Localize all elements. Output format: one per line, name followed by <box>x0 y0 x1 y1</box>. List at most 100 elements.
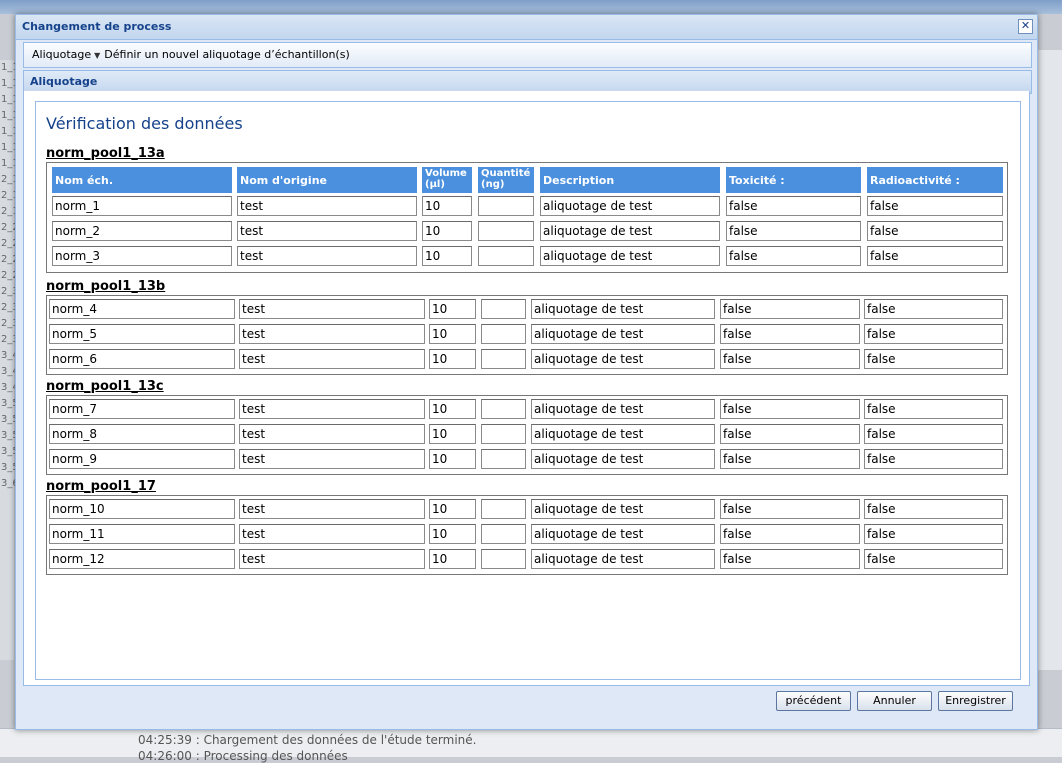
volume-field[interactable]: 10 <box>429 324 476 344</box>
origin-name-field[interactable]: test <box>237 246 417 266</box>
volume-field[interactable]: 10 <box>422 246 472 266</box>
sample-name-field[interactable]: norm_12 <box>49 549 235 569</box>
sample-name-field[interactable]: norm_5 <box>49 324 235 344</box>
quantity-field[interactable] <box>478 246 534 266</box>
quantity-field[interactable] <box>481 549 526 569</box>
radioactivity-field[interactable]: false <box>864 424 1003 444</box>
radioactivity-field[interactable]: false <box>864 399 1003 419</box>
origin-name-field[interactable]: test <box>239 349 425 369</box>
volume-field[interactable]: 10 <box>429 399 476 419</box>
description-field[interactable]: aliquotage de test <box>540 221 720 241</box>
sample-name-field[interactable]: norm_9 <box>49 449 235 469</box>
quantity-field[interactable] <box>481 349 526 369</box>
panel-header-title: Aliquotage <box>30 75 98 88</box>
toxicity-field[interactable]: false <box>720 524 860 544</box>
volume-field[interactable]: 10 <box>429 549 476 569</box>
origin-name-field[interactable]: test <box>237 221 417 241</box>
origin-name-field[interactable]: test <box>239 449 425 469</box>
aliquotage-menu[interactable]: Aliquotage <box>32 48 91 61</box>
toxicity-field[interactable]: false <box>720 299 860 319</box>
radioactivity-field[interactable]: false <box>867 221 1003 241</box>
toxicity-field[interactable]: false <box>720 549 860 569</box>
description-field[interactable]: aliquotage de test <box>531 324 715 344</box>
radioactivity-field[interactable]: false <box>864 349 1003 369</box>
action-label: Définir un nouvel aliquotage d’échantill… <box>104 48 350 61</box>
background-list-item: 3_4 <box>1 366 19 377</box>
radioactivity-field[interactable]: false <box>864 299 1003 319</box>
radioactivity-field[interactable]: false <box>864 499 1003 519</box>
toxicity-field[interactable]: false <box>726 196 861 216</box>
radioactivity-field[interactable]: false <box>864 324 1003 344</box>
sample-name-field[interactable]: norm_1 <box>52 196 232 216</box>
save-button[interactable]: Enregistrer <box>938 691 1013 711</box>
origin-name-field[interactable]: test <box>239 424 425 444</box>
quantity-field[interactable] <box>481 324 526 344</box>
close-icon[interactable]: ✕ <box>1018 19 1033 34</box>
quantity-field[interactable] <box>481 399 526 419</box>
description-field[interactable]: aliquotage de test <box>531 449 715 469</box>
origin-name-field[interactable]: test <box>239 399 425 419</box>
background-list-item: 1_1 <box>1 126 19 137</box>
volume-field[interactable]: 10 <box>429 424 476 444</box>
description-field[interactable]: aliquotage de test <box>531 549 715 569</box>
volume-field[interactable]: 10 <box>429 349 476 369</box>
sample-name-field[interactable]: norm_7 <box>49 399 235 419</box>
description-field[interactable]: aliquotage de test <box>531 299 715 319</box>
background-list-item: 2_1 <box>1 206 19 217</box>
description-field[interactable]: aliquotage de test <box>531 524 715 544</box>
toxicity-field[interactable]: false <box>720 449 860 469</box>
sample-name-field[interactable]: norm_11 <box>49 524 235 544</box>
radioactivity-field[interactable]: false <box>864 549 1003 569</box>
dropdown-arrow-icon[interactable]: ▼ <box>94 51 100 60</box>
toxicity-field[interactable]: false <box>720 499 860 519</box>
volume-field[interactable]: 10 <box>429 499 476 519</box>
origin-name-field[interactable]: test <box>239 549 425 569</box>
origin-name-field[interactable]: test <box>237 196 417 216</box>
quantity-field[interactable] <box>478 221 534 241</box>
radioactivity-field[interactable]: false <box>864 524 1003 544</box>
description-field[interactable]: aliquotage de test <box>531 349 715 369</box>
quantity-field[interactable] <box>481 299 526 319</box>
radioactivity-field[interactable]: false <box>867 246 1003 266</box>
volume-field[interactable]: 10 <box>429 449 476 469</box>
toxicity-field[interactable]: false <box>726 221 861 241</box>
toxicity-field[interactable]: false <box>720 324 860 344</box>
group-table: Nom éch. Nom d'origine Volume (µl) Quantité… <box>46 162 1008 273</box>
volume-field[interactable]: 10 <box>429 524 476 544</box>
volume-field[interactable]: 10 <box>429 299 476 319</box>
description-field[interactable]: aliquotage de test <box>531 499 715 519</box>
sample-name-field[interactable]: norm_2 <box>52 221 232 241</box>
toxicity-field[interactable]: false <box>720 399 860 419</box>
description-field[interactable]: aliquotage de test <box>540 196 720 216</box>
table-header-row: Nom éch. Nom d'origine Volume (µl) Quantité… <box>47 163 1007 193</box>
dialog-titlebar[interactable]: Changement de process ✕ <box>16 15 1037 40</box>
sample-name-field[interactable]: norm_6 <box>49 349 235 369</box>
description-field[interactable]: aliquotage de test <box>531 399 715 419</box>
quantity-field[interactable] <box>481 424 526 444</box>
toxicity-field[interactable]: false <box>720 424 860 444</box>
background-list-item: 1_1 <box>1 62 19 73</box>
origin-name-field[interactable]: test <box>239 324 425 344</box>
description-field[interactable]: aliquotage de test <box>540 246 720 266</box>
table-row: norm_12 test 10 aliquotage de test false fals… <box>47 546 1007 571</box>
sample-name-field[interactable]: norm_8 <box>49 424 235 444</box>
origin-name-field[interactable]: test <box>239 299 425 319</box>
description-field[interactable]: aliquotage de test <box>531 424 715 444</box>
sample-name-field[interactable]: norm_10 <box>49 499 235 519</box>
previous-button[interactable]: précédent <box>776 691 851 711</box>
cancel-button[interactable]: Annuler <box>857 691 932 711</box>
volume-field[interactable]: 10 <box>422 196 472 216</box>
radioactivity-field[interactable]: false <box>867 196 1003 216</box>
radioactivity-field[interactable]: false <box>864 449 1003 469</box>
quantity-field[interactable] <box>481 499 526 519</box>
toxicity-field[interactable]: false <box>726 246 861 266</box>
quantity-field[interactable] <box>481 524 526 544</box>
toxicity-field[interactable]: false <box>720 349 860 369</box>
origin-name-field[interactable]: test <box>239 499 425 519</box>
origin-name-field[interactable]: test <box>239 524 425 544</box>
sample-name-field[interactable]: norm_4 <box>49 299 235 319</box>
quantity-field[interactable] <box>478 196 534 216</box>
sample-name-field[interactable]: norm_3 <box>52 246 232 266</box>
volume-field[interactable]: 10 <box>422 221 472 241</box>
quantity-field[interactable] <box>481 449 526 469</box>
